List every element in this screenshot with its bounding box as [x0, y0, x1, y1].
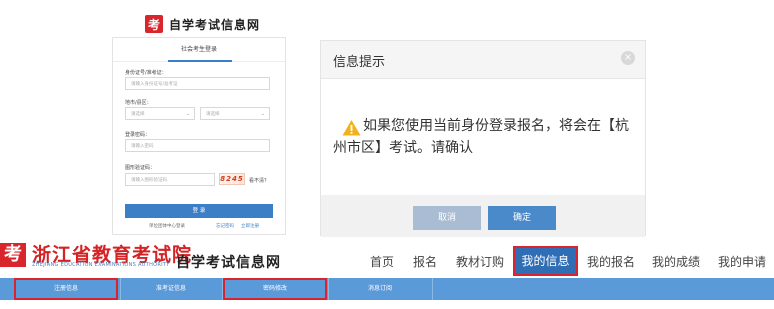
dialog-header: 信息提示 × — [321, 41, 645, 79]
tab-label: 社会考生登录 — [180, 46, 217, 53]
password-input[interactable]: 请输入密码 — [125, 139, 270, 152]
district-select[interactable]: 请选择 ⌄ — [200, 107, 270, 120]
captcha-image[interactable]: 8245 — [219, 173, 245, 185]
id-input[interactable]: 请输入身份证号/准考证 — [125, 77, 270, 90]
info-dialog: 信息提示 × 如果您使用当前身份登录报名，将会在【杭州市区】考试。请确认 取消 … — [320, 40, 646, 237]
site-slogan: 自学考试信息网 — [176, 255, 281, 271]
group-login-link[interactable]: 单位团体中心登录 — [149, 223, 185, 229]
password-label: 登录密码： — [125, 132, 151, 138]
dialog-body: 如果您使用当前身份登录报名，将会在【杭州市区】考试。请确认 — [321, 79, 645, 195]
id-label: 身份证号/准考证： — [125, 70, 167, 76]
district-select-value: 请选择 — [206, 112, 220, 117]
subnav-admission-ticket[interactable]: 准考证信息 — [121, 278, 221, 300]
forgot-password-link[interactable]: 忘记密码 — [216, 223, 234, 229]
close-icon[interactable]: × — [621, 51, 635, 65]
brand-logo: 考 — [145, 15, 163, 33]
nav-register[interactable]: 报名 — [413, 253, 437, 270]
divider — [432, 278, 433, 300]
dialog-footer: 取消 确定 — [321, 195, 645, 237]
login-button[interactable]: 登 录 — [125, 204, 273, 218]
region-label: 地市/县区： — [125, 100, 152, 106]
sub-navigation: 注册信息 准考证信息 密码修改 消息订阅 — [0, 278, 774, 300]
nav-my-info[interactable]: 我的信息 — [513, 246, 578, 276]
login-form: 社会考生登录 身份证号/准考证： 请输入身份证号/准考证 地市/县区： 请选择 … — [112, 37, 286, 235]
chevron-down-icon: ⌄ — [260, 111, 265, 117]
city-select[interactable]: 请选择 ⌄ — [125, 107, 195, 120]
captcha-label: 图形验证码： — [125, 165, 156, 171]
confirm-button[interactable]: 确定 — [488, 206, 556, 230]
nav-my-scores[interactable]: 我的成绩 — [652, 253, 700, 270]
site-logo[interactable]: 考 — [0, 243, 26, 267]
city-select-value: 请选择 — [131, 112, 145, 117]
highlight-box — [223, 278, 327, 300]
nav-my-applications[interactable]: 我的申请 — [718, 253, 766, 270]
nav-textbook-order[interactable]: 教材订购 — [456, 253, 504, 270]
site-subname: ZHEJIANG EDUCATION EXAMINATIONS AUTHORIT… — [32, 262, 170, 268]
nav-home[interactable]: 首页 — [370, 253, 394, 270]
dialog-message: 如果您使用当前身份登录报名，将会在【杭州市区】考试。请确认 — [333, 118, 629, 156]
subnav-message-subscription[interactable]: 消息订阅 — [329, 278, 431, 300]
dialog-title: 信息提示 — [333, 55, 386, 70]
cancel-button[interactable]: 取消 — [413, 206, 481, 230]
chevron-down-icon: ⌄ — [185, 111, 190, 117]
nav-my-registration[interactable]: 我的报名 — [587, 253, 635, 270]
login-brand: 考 自学考试信息网 — [145, 12, 285, 36]
brand-title: 自学考试信息网 — [169, 17, 261, 32]
captcha-refresh-link[interactable]: 看不清？ — [249, 177, 269, 184]
highlight-box — [14, 278, 118, 300]
captcha-input[interactable]: 请输入图形验证码 — [125, 173, 215, 186]
tab-underline — [168, 60, 232, 62]
tab-social-login[interactable]: 社会考生登录 — [113, 38, 285, 62]
register-link[interactable]: 立即注册 — [241, 223, 259, 229]
